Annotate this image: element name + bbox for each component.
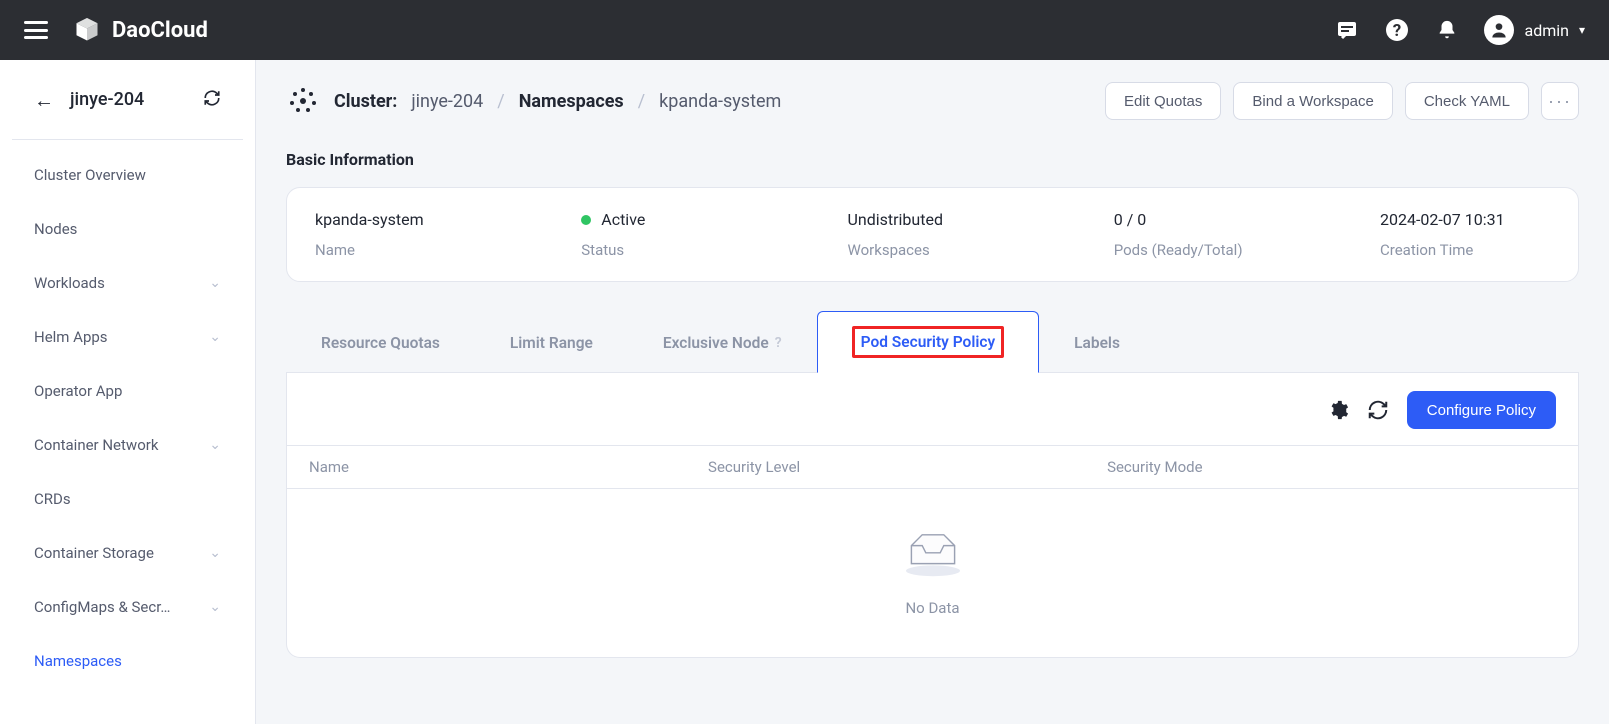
info-time-label: Creation Time xyxy=(1380,241,1550,259)
info-status-label: Status xyxy=(581,241,751,259)
info-col-time: 2024-02-07 10:31 Creation Time xyxy=(1380,210,1550,259)
chevron-down-icon: ⌄ xyxy=(209,545,221,561)
sidebar: ← jinye-204 Cluster Overview Nodes Workl… xyxy=(0,60,256,724)
info-workspaces-value: Undistributed xyxy=(848,210,1018,229)
sidebar-item-workloads[interactable]: Workloads⌄ xyxy=(0,256,255,310)
sidebar-item-nodes[interactable]: Nodes xyxy=(0,202,255,256)
info-status-value: Active xyxy=(581,210,751,229)
info-col-pods: 0 / 0 Pods (Ready/Total) xyxy=(1114,210,1284,259)
column-security-level: Security Level xyxy=(708,458,1107,476)
check-yaml-button[interactable]: Check YAML xyxy=(1405,82,1529,120)
empty-state: No Data xyxy=(287,489,1578,627)
breadcrumb-item: kpanda-system xyxy=(659,91,781,112)
topbar: DaoCloud ? admin ▾ xyxy=(0,0,1609,60)
messages-icon[interactable] xyxy=(1334,17,1360,43)
chevron-down-icon: ⌄ xyxy=(209,275,221,291)
info-col-workspaces: Undistributed Workspaces xyxy=(848,210,1018,259)
table-header: Name Security Level Security Mode xyxy=(287,445,1578,489)
edit-quotas-button[interactable]: Edit Quotas xyxy=(1105,82,1221,120)
menu-toggle-icon[interactable] xyxy=(24,21,48,39)
sidebar-header: ← jinye-204 xyxy=(12,60,243,140)
info-workspaces-label: Workspaces xyxy=(848,241,1018,259)
configure-policy-button[interactable]: Configure Policy xyxy=(1407,391,1556,429)
empty-text: No Data xyxy=(287,599,1578,617)
panel-toolbar: Configure Policy xyxy=(287,391,1578,445)
chevron-down-icon: ⌄ xyxy=(209,599,221,615)
sidebar-item-namespaces[interactable]: Namespaces xyxy=(0,634,255,688)
user-menu[interactable]: admin ▾ xyxy=(1484,15,1585,45)
sidebar-item-container-network[interactable]: Container Network⌄ xyxy=(0,418,255,472)
info-time-value: 2024-02-07 10:31 xyxy=(1380,210,1550,229)
avatar-icon xyxy=(1484,15,1514,45)
tab-exclusive-node[interactable]: Exclusive Node? xyxy=(628,311,817,373)
info-col-status: Active Status xyxy=(581,210,751,259)
sidebar-item-container-storage[interactable]: Container Storage⌄ xyxy=(0,526,255,580)
chevron-down-icon: ▾ xyxy=(1579,23,1585,37)
sidebar-item-operator-app[interactable]: Operator App xyxy=(0,364,255,418)
breadcrumb-separator: / xyxy=(638,91,645,112)
tab-pod-security-policy[interactable]: Pod Security Policy xyxy=(817,311,1040,373)
info-card: kpanda-system Name Active Status Undistr… xyxy=(286,187,1579,282)
info-name-label: Name xyxy=(315,241,485,259)
empty-box-icon xyxy=(897,523,969,579)
user-name: admin xyxy=(1524,21,1568,40)
column-name: Name xyxy=(309,458,708,476)
back-arrow-icon[interactable]: ← xyxy=(34,90,54,110)
sidebar-title: jinye-204 xyxy=(70,89,144,110)
info-pods-label: Pods (Ready/Total) xyxy=(1114,241,1284,259)
breadcrumb: Cluster: jinye-204 / Namespaces / kpanda… xyxy=(286,84,781,118)
bind-workspace-button[interactable]: Bind a Workspace xyxy=(1233,82,1392,120)
chevron-down-icon: ⌄ xyxy=(209,329,221,345)
refresh-icon[interactable] xyxy=(1367,399,1389,421)
logo-cube-icon xyxy=(72,15,102,45)
settings-gear-icon[interactable] xyxy=(1327,399,1349,421)
info-name-value: kpanda-system xyxy=(315,210,485,229)
tab-resource-quotas[interactable]: Resource Quotas xyxy=(286,311,475,373)
help-icon[interactable]: ? xyxy=(1384,17,1410,43)
info-pods-value: 0 / 0 xyxy=(1114,210,1284,229)
svg-text:?: ? xyxy=(1393,21,1401,41)
breadcrumb-section[interactable]: Namespaces xyxy=(519,91,624,112)
breadcrumb-cluster[interactable]: jinye-204 xyxy=(411,91,483,112)
help-hint-icon[interactable]: ? xyxy=(775,335,782,351)
sidebar-item-configmaps-secrets[interactable]: ConfigMaps & Secr…⌄ xyxy=(0,580,255,634)
header-actions: Edit Quotas Bind a Workspace Check YAML … xyxy=(1105,82,1579,120)
more-actions-button[interactable]: ··· xyxy=(1541,82,1579,120)
chevron-down-icon: ⌄ xyxy=(209,437,221,453)
sidebar-item-cluster-overview[interactable]: Cluster Overview xyxy=(0,148,255,202)
brand-logo[interactable]: DaoCloud xyxy=(72,15,208,45)
breadcrumb-prefix: Cluster: xyxy=(334,91,397,112)
column-security-mode: Security Mode xyxy=(1107,458,1556,476)
tab-labels[interactable]: Labels xyxy=(1039,311,1155,373)
brand-text: DaoCloud xyxy=(112,18,208,43)
notifications-icon[interactable] xyxy=(1434,17,1460,43)
page-header: Cluster: jinye-204 / Namespaces / kpanda… xyxy=(286,82,1579,120)
topbar-left: DaoCloud xyxy=(24,15,208,45)
sidebar-item-crds[interactable]: CRDs xyxy=(0,472,255,526)
info-col-name: kpanda-system Name xyxy=(315,210,485,259)
breadcrumb-separator: / xyxy=(497,91,504,112)
topbar-right: ? admin ▾ xyxy=(1334,15,1585,45)
basic-info-title: Basic Information xyxy=(286,150,1579,169)
tabs: Resource Quotas Limit Range Exclusive No… xyxy=(286,310,1579,373)
psp-panel: Configure Policy Name Security Level Sec… xyxy=(286,373,1579,658)
sidebar-item-helm-apps[interactable]: Helm Apps⌄ xyxy=(0,310,255,364)
cluster-cell-icon xyxy=(286,84,320,118)
sync-icon[interactable] xyxy=(203,89,221,111)
tab-limit-range[interactable]: Limit Range xyxy=(475,311,628,373)
status-dot-icon xyxy=(581,215,591,225)
main-content: Cluster: jinye-204 / Namespaces / kpanda… xyxy=(256,60,1609,724)
sidebar-nav: Cluster Overview Nodes Workloads⌄ Helm A… xyxy=(0,140,255,724)
